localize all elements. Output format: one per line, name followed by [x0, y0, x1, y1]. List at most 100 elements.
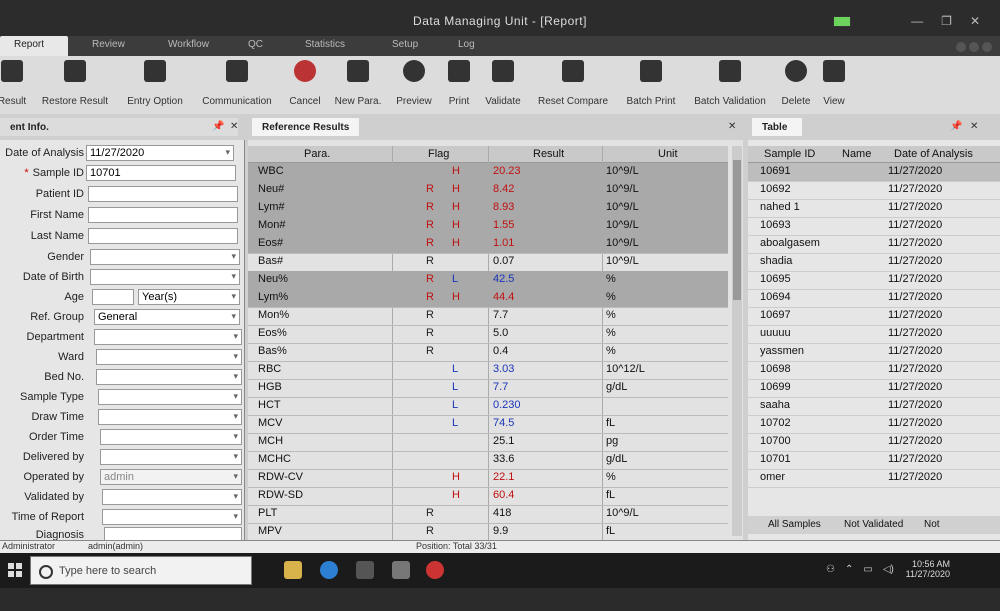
store-icon[interactable]	[284, 561, 302, 579]
communication-button[interactable]: Communication	[200, 60, 274, 107]
last-name-input[interactable]	[88, 228, 238, 244]
table-row[interactable]: uuuuu 11/27/2020	[748, 325, 1000, 344]
restore-result-button[interactable]: Restore Result	[40, 60, 110, 107]
table-row[interactable]: 10693 11/27/2020	[748, 217, 1000, 236]
result-row[interactable]: PLT R 418 10^9/L	[248, 505, 728, 524]
table-row[interactable]: 10698 11/27/2020	[748, 361, 1000, 380]
result-row[interactable]: MCH 25.1 pg	[248, 433, 728, 452]
preview-button[interactable]: Preview	[394, 60, 434, 107]
table-row[interactable]: 10691 11/27/2020	[748, 163, 1000, 182]
tab-not-validated[interactable]: Not Validated	[844, 519, 903, 530]
table-row[interactable]: saaha 11/27/2020	[748, 397, 1000, 416]
table-row[interactable]: shadia 11/27/2020	[748, 253, 1000, 272]
result-row[interactable]: Bas# R 0.07 10^9/L	[248, 253, 728, 272]
windows-start-icon[interactable]	[8, 563, 22, 577]
scrollbar-thumb[interactable]	[733, 160, 741, 300]
tab-setup[interactable]: Setup	[392, 39, 418, 50]
draw-time-input[interactable]	[98, 409, 242, 425]
result-row[interactable]: Eos% R 5.0%	[248, 325, 728, 344]
clock[interactable]: 10:56 AM 11/27/2020	[906, 559, 950, 579]
file-explorer-icon[interactable]	[356, 561, 374, 579]
batch-print-button[interactable]: Batch Print	[624, 60, 678, 107]
cancel-button[interactable]: Cancel	[284, 60, 326, 107]
department-select[interactable]	[94, 329, 242, 345]
delete-button[interactable]: Delete	[778, 60, 814, 107]
chevron-up-icon[interactable]: ⌃	[845, 564, 853, 575]
date-of-birth-input[interactable]	[90, 269, 240, 285]
results-scrollbar[interactable]	[732, 146, 742, 536]
result-row[interactable]: Mon# R H 1.55 10^9/L	[248, 217, 728, 236]
table-row[interactable]: 10700 11/27/2020	[748, 433, 1000, 452]
header-date-of-analysis[interactable]: Date of Analysis	[894, 148, 973, 160]
print-button[interactable]: Print	[444, 60, 474, 107]
date-of-analysis-input[interactable]: 11/27/2020	[86, 145, 234, 161]
validate-button[interactable]: Validate	[482, 60, 524, 107]
close-panel-icon[interactable]: ✕	[230, 121, 238, 132]
table-row[interactable]: yassmen 11/27/2020	[748, 343, 1000, 362]
header-para[interactable]: Para.	[304, 148, 330, 160]
taskbar-search[interactable]: Type here to search	[30, 556, 252, 585]
tab-report[interactable]: Report	[0, 36, 69, 56]
entry-option-button[interactable]: Entry Option	[124, 60, 186, 107]
result-row[interactable]: HCT L 0.230	[248, 397, 728, 416]
table-row[interactable]: 10692 11/27/2020	[748, 181, 1000, 200]
result-row[interactable]: Bas% R 0.4%	[248, 343, 728, 362]
close-results-icon[interactable]: ✕	[728, 121, 736, 132]
edge-icon[interactable]	[320, 561, 338, 579]
operated-by-select[interactable]: admin	[100, 469, 242, 485]
new-para-button[interactable]: New Para.	[334, 60, 382, 107]
tab-log[interactable]: Log	[458, 39, 475, 50]
result-row[interactable]: Neu% R L 42.5%	[248, 271, 728, 290]
order-time-input[interactable]	[100, 429, 242, 445]
batch-validation-button[interactable]: Batch Validation	[692, 60, 768, 107]
result-row[interactable]: Mon% R 7.7%	[248, 307, 728, 326]
result-row[interactable]: RDW-SD H 60.4 fL	[248, 487, 728, 506]
table-tab[interactable]: Table	[752, 118, 802, 136]
people-icon[interactable]: ⚇	[826, 564, 835, 575]
tab-all-samples[interactable]: All Samples	[768, 519, 821, 530]
table-row[interactable]: aboalgasem 11/27/2020	[748, 235, 1000, 254]
sample-type-select[interactable]	[98, 389, 242, 405]
network-icon[interactable]: ▭	[863, 564, 872, 575]
table-row[interactable]: 10695 11/27/2020	[748, 271, 1000, 290]
mail-icon[interactable]	[392, 561, 410, 579]
tab-workflow[interactable]: Workflow	[168, 39, 209, 50]
result-row[interactable]: RBC L 3.03 10^12/L	[248, 361, 728, 380]
bed-no-select[interactable]	[96, 369, 242, 385]
patient-id-input[interactable]	[88, 186, 238, 202]
table-row[interactable]: 10699 11/27/2020	[748, 379, 1000, 398]
table-row[interactable]: 10701 11/27/2020	[748, 451, 1000, 470]
table-row[interactable]: 10694 11/27/2020	[748, 289, 1000, 308]
tab-not[interactable]: Not	[924, 519, 940, 530]
table-row[interactable]: 10702 11/27/2020	[748, 415, 1000, 434]
header-sample-id[interactable]: Sample ID	[764, 148, 815, 160]
result-button[interactable]: Result	[0, 60, 30, 107]
volume-icon[interactable]: ◁)	[883, 564, 894, 575]
result-row[interactable]: MCV L 74.5 fL	[248, 415, 728, 434]
patient-info-tab[interactable]: ent Info.	[0, 118, 238, 136]
tab-statistics[interactable]: Statistics	[305, 39, 345, 50]
pin-icon[interactable]: 📌	[212, 121, 224, 132]
pin-table-icon[interactable]: 📌	[950, 121, 962, 132]
age-input[interactable]	[92, 289, 134, 305]
header-result[interactable]: Result	[533, 148, 564, 160]
header-name[interactable]: Name	[842, 148, 871, 160]
result-row[interactable]: HGB L 7.7 g/dL	[248, 379, 728, 398]
gender-select[interactable]	[90, 249, 240, 265]
view-button[interactable]: View	[818, 60, 850, 107]
result-row[interactable]: Lym% R H 44.4%	[248, 289, 728, 308]
result-row[interactable]: RDW-CV H 22.1%	[248, 469, 728, 488]
table-row[interactable]: 10697 11/27/2020	[748, 307, 1000, 326]
settings-icon[interactable]	[956, 42, 966, 52]
reset-compare-button[interactable]: Reset Compare	[536, 60, 610, 107]
diagnosis-input[interactable]	[104, 527, 242, 540]
table-row[interactable]: omer 11/27/2020	[748, 469, 1000, 488]
validated-by-select[interactable]	[102, 489, 242, 505]
info-icon[interactable]	[982, 42, 992, 52]
reference-results-tab[interactable]: Reference Results	[252, 118, 360, 136]
result-row[interactable]: MPV R 9.9 fL	[248, 523, 728, 540]
result-row[interactable]: WBC H 20.23 10^9/L	[248, 163, 728, 182]
tab-review[interactable]: Review	[92, 39, 125, 50]
restore-icon[interactable]: ❐	[941, 14, 952, 28]
first-name-input[interactable]	[88, 207, 238, 223]
